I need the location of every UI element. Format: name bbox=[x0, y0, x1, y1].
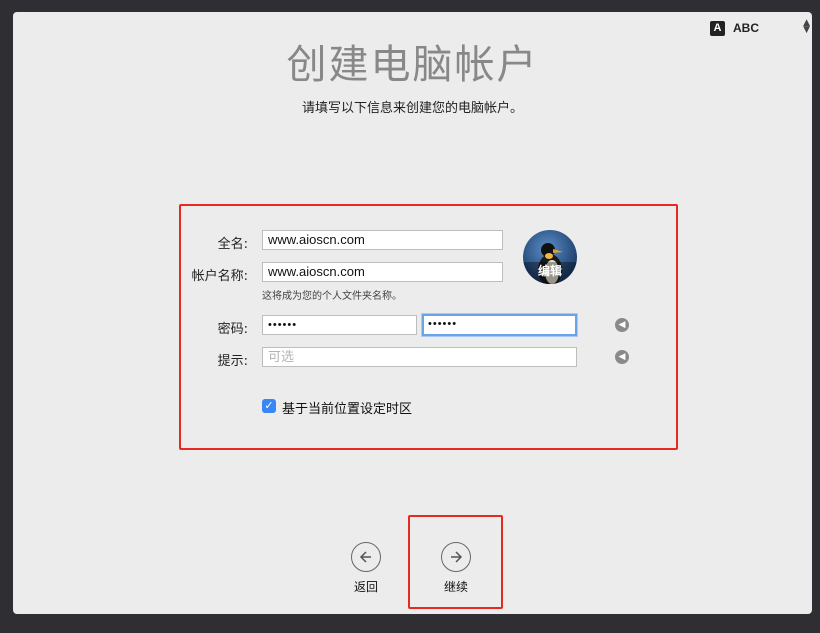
hint-reveal-arrow-icon[interactable]: ◀ bbox=[615, 350, 629, 364]
password-reveal-arrow-icon[interactable]: ◀ bbox=[615, 318, 629, 332]
password-input[interactable]: •••••• bbox=[262, 315, 417, 335]
back-button[interactable]: 返回 bbox=[336, 542, 396, 595]
account-name-label: 帐户名称: bbox=[191, 269, 248, 284]
continue-button[interactable]: 继续 bbox=[426, 542, 486, 595]
page-title: 创建电脑帐户 bbox=[286, 42, 539, 88]
page-subtitle: 请填写以下信息来创建您的电脑帐户。 bbox=[301, 101, 523, 116]
account-name-input[interactable]: www.aioscn.com bbox=[262, 262, 503, 282]
password-label: 密码: bbox=[217, 322, 248, 337]
full-name-input[interactable]: www.aioscn.com bbox=[262, 230, 503, 250]
timezone-checkbox-label[interactable]: 基于当前位置设定时区 bbox=[282, 398, 412, 417]
continue-button-label: 继续 bbox=[443, 580, 468, 594]
timezone-checkbox[interactable]: ✓ bbox=[262, 399, 276, 413]
arrow-right-icon bbox=[441, 542, 471, 572]
hint-label: 提示: bbox=[217, 354, 248, 369]
full-name-label: 全名: bbox=[217, 237, 248, 252]
account-name-hint: 这将成为您的个人文件夹名称。 bbox=[262, 291, 402, 302]
back-button-label: 返回 bbox=[353, 580, 378, 594]
verify-password-input[interactable]: •••••• bbox=[422, 314, 577, 336]
avatar-edit-label[interactable]: 编辑 bbox=[523, 262, 577, 284]
hint-input[interactable]: 可选 bbox=[262, 347, 577, 367]
avatar[interactable]: 编辑 bbox=[523, 230, 577, 284]
arrow-left-icon bbox=[351, 542, 381, 572]
setup-window: A ABC ▲ ▼ 创建电脑帐户 请填写以下信息来创建您的电脑帐户。 全名: ww… bbox=[13, 12, 812, 614]
